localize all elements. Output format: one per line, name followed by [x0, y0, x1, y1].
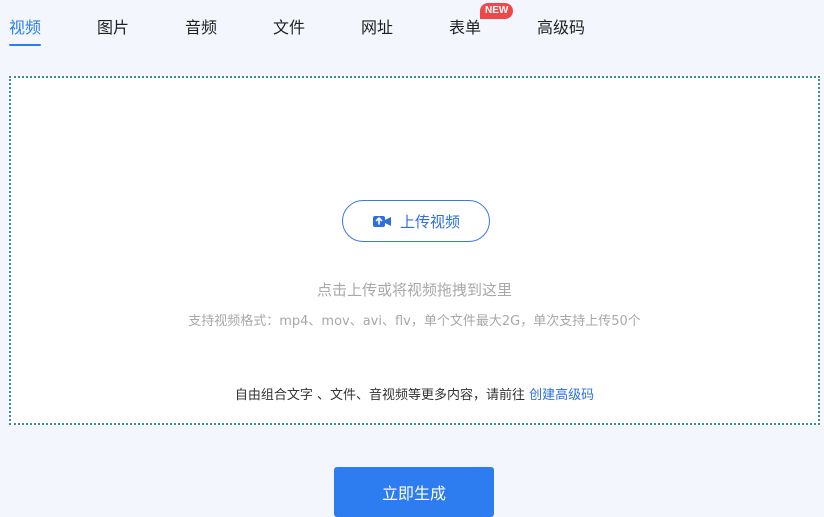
video-upload-icon: [372, 212, 392, 230]
upload-dropzone[interactable]: 上传视频 点击上传或将视频拖拽到这里 支持视频格式：mp4、mov、avi、fl…: [9, 76, 820, 425]
tab-bar: 视频 图片 音频 文件 网址 表单 NEW 高级码: [0, 0, 824, 50]
drop-hint: 点击上传或将视频拖拽到这里: [316, 281, 512, 299]
upload-video-button[interactable]: 上传视频: [342, 200, 490, 242]
tab-advanced-code[interactable]: 高级码: [537, 18, 585, 38]
tab-audio[interactable]: 音频: [185, 18, 217, 38]
create-advanced-code-link[interactable]: 创建高级码: [529, 388, 594, 403]
generate-button[interactable]: 立即生成: [334, 467, 494, 517]
tab-video[interactable]: 视频: [9, 18, 41, 38]
advanced-code-hint-text: 自由组合文字 、文件、音视频等更多内容，请前往: [234, 388, 526, 403]
active-tab-indicator: [9, 44, 41, 46]
tab-file[interactable]: 文件: [273, 18, 305, 38]
format-hint: 支持视频格式：mp4、mov、avi、flv，单个文件最大2G，单次支持上传50…: [188, 314, 641, 329]
upload-video-label: 上传视频: [399, 212, 460, 231]
tab-url[interactable]: 网址: [361, 18, 393, 38]
tab-form[interactable]: 表单: [449, 18, 481, 38]
tab-image[interactable]: 图片: [97, 18, 129, 38]
new-badge: NEW: [480, 3, 514, 19]
advanced-code-hint: 自由组合文字 、文件、音视频等更多内容，请前往 创建高级码: [11, 384, 818, 403]
